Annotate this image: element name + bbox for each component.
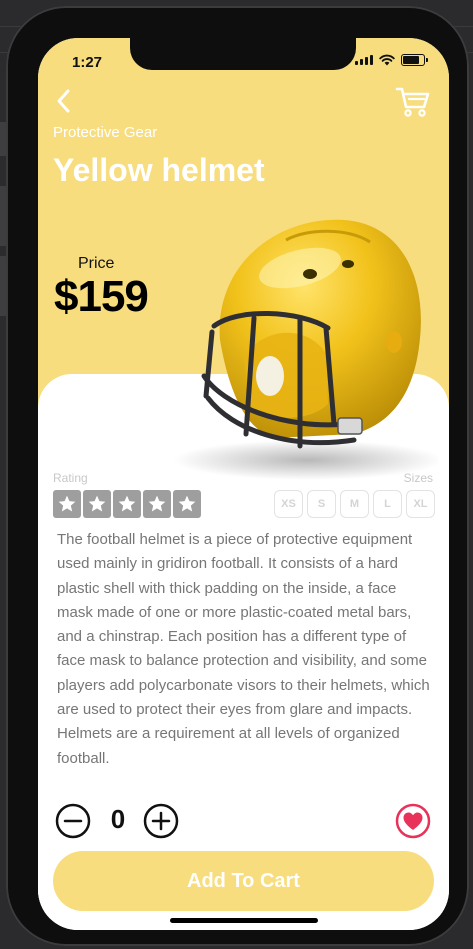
app-screen: 1:27 Protective Gear Yellow helmet Price…	[38, 38, 449, 930]
add-to-cart-button[interactable]: Add To Cart	[53, 851, 434, 911]
size-option-l[interactable]: L	[373, 490, 402, 518]
price-value: $159	[54, 272, 149, 321]
favorite-button[interactable]	[395, 803, 431, 839]
cart-button[interactable]	[395, 86, 431, 118]
device-notch	[130, 38, 356, 70]
phone-frame: 1:27 Protective Gear Yellow helmet Price…	[6, 6, 469, 946]
size-option-m[interactable]: M	[340, 490, 369, 518]
status-time: 1:27	[72, 54, 103, 71]
product-category: Protective Gear	[53, 124, 158, 141]
size-option-xl[interactable]: XL	[406, 490, 435, 518]
sizes-label: Sizes	[403, 471, 433, 485]
back-button[interactable]	[50, 86, 80, 116]
wifi-icon	[379, 54, 395, 66]
star-icon[interactable]	[173, 490, 201, 518]
cart-icon	[395, 87, 430, 117]
quantity-value: 0	[110, 804, 126, 834]
star-icon[interactable]	[53, 490, 81, 518]
rating-stars[interactable]	[53, 490, 201, 518]
product-title: Yellow helmet	[53, 152, 265, 188]
plus-circle-icon	[143, 803, 179, 839]
chevron-left-icon	[57, 89, 70, 113]
battery-icon	[401, 54, 428, 66]
price-label: Price	[78, 255, 115, 272]
status-icons	[355, 54, 428, 66]
star-icon[interactable]	[83, 490, 111, 518]
product-description: The football helmet is a piece of protec…	[57, 531, 430, 767]
signal-icon	[355, 55, 373, 65]
description-fade	[38, 774, 449, 794]
increase-quantity-button[interactable]	[143, 803, 179, 839]
minus-circle-icon	[55, 803, 91, 839]
size-selector: XS S M L XL	[274, 490, 435, 518]
heart-icon	[395, 803, 431, 839]
star-icon[interactable]	[113, 490, 141, 518]
rating-label: Rating	[53, 471, 88, 485]
size-option-xs[interactable]: XS	[274, 490, 303, 518]
football-helmet-image	[173, 219, 438, 480]
size-option-s[interactable]: S	[307, 490, 336, 518]
home-indicator	[170, 918, 318, 923]
star-icon[interactable]	[143, 490, 171, 518]
decrease-quantity-button[interactable]	[55, 803, 91, 839]
